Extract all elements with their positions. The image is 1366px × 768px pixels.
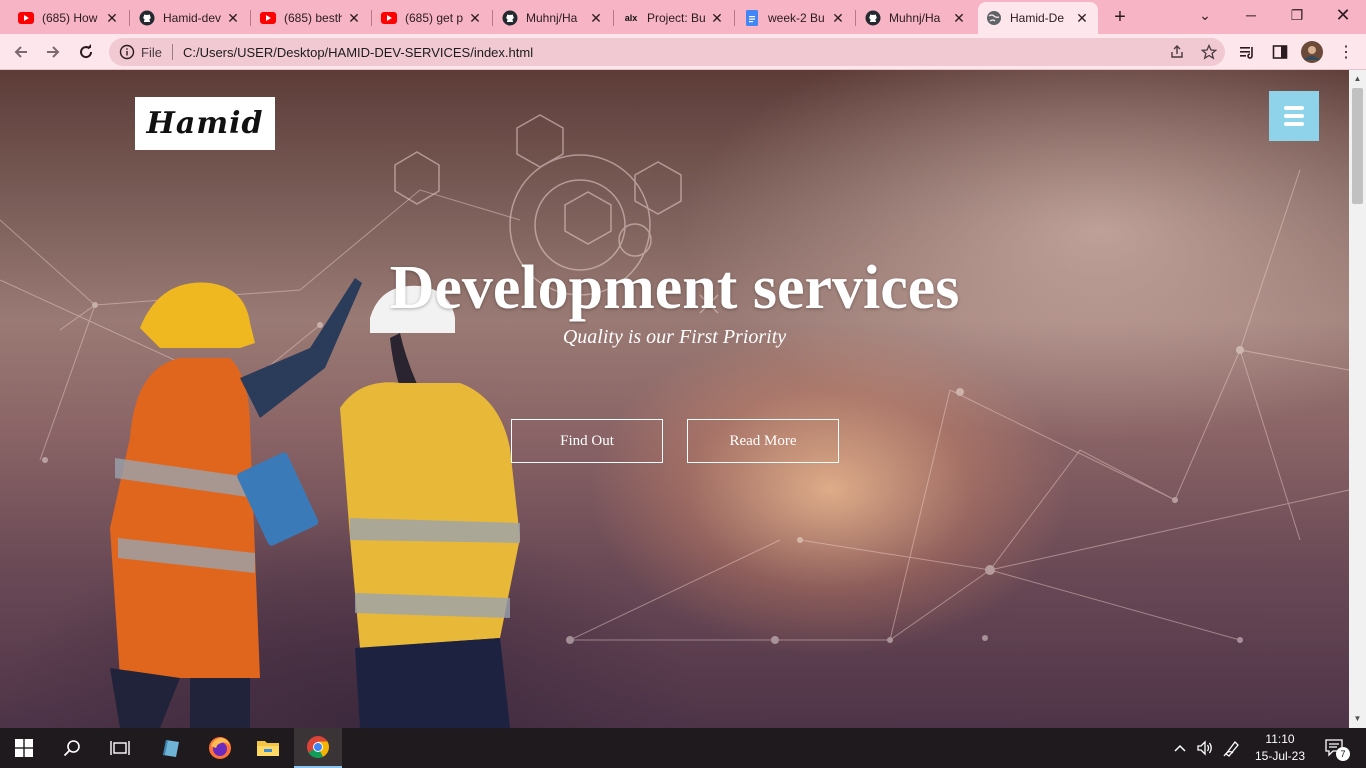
taskbar-app-file-explorer[interactable] [244, 728, 292, 768]
hamburger-icon [1284, 106, 1304, 110]
notes-app-icon [163, 740, 179, 757]
hero-subtitle: Quality is our First Priority [562, 326, 787, 348]
close-icon[interactable]: ✕ [951, 10, 967, 27]
reload-icon [80, 44, 93, 59]
clock-date: 15-Jul-23 [1254, 749, 1306, 763]
close-icon[interactable]: ✕ [709, 10, 725, 27]
system-clock[interactable]: 11:10 15-Jul-23 [1250, 731, 1310, 765]
close-icon[interactable]: ✕ [225, 10, 241, 27]
close-window-button[interactable]: ✕ [1320, 0, 1366, 30]
tab-title: week-2 Bu [768, 11, 825, 25]
close-icon[interactable]: ✕ [467, 10, 483, 27]
tab-github-3[interactable]: Muhnj/Ha ✕ [857, 4, 975, 32]
tab-active-hamid[interactable]: Hamid-De ✕ [978, 2, 1098, 34]
globe-icon [986, 10, 1002, 26]
docs-icon [744, 10, 760, 26]
scrollbar-thumb[interactable] [1352, 88, 1363, 204]
search-icon [63, 740, 80, 757]
logo[interactable]: Hamid [135, 97, 275, 150]
bookmark-star-icon[interactable] [1199, 42, 1219, 62]
tab-strip: (685) How ✕ Hamid-dev ✕ (685) besth ✕ (6… [0, 0, 1366, 34]
tab-search-button[interactable]: ⌄ [1182, 0, 1228, 30]
tab-title: Project: Bu [647, 11, 705, 25]
reload-button[interactable] [73, 39, 99, 65]
tab-github-2[interactable]: Muhnj/Ha ✕ [494, 4, 612, 32]
taskbar-app-notes[interactable] [146, 728, 194, 768]
notification-center-button[interactable]: 7 [1320, 728, 1350, 768]
tab-youtube-2[interactable]: (685) besth ✕ [252, 4, 370, 32]
read-more-button[interactable]: Read More [687, 419, 839, 463]
tab-alx[interactable]: alx Project: Bu ✕ [615, 4, 733, 32]
clock-time: 11:10 [1265, 732, 1295, 746]
back-button[interactable] [8, 39, 34, 65]
tab-title: Hamid-De [1010, 11, 1065, 25]
taskbar-app-firefox[interactable] [196, 728, 244, 768]
forward-button[interactable] [40, 39, 66, 65]
logo-text: Hamid [146, 106, 264, 141]
task-view-icon [110, 741, 130, 755]
close-icon[interactable]: ✕ [830, 10, 846, 27]
url-text[interactable]: C:/Users/USER/Desktop/HAMID-DEV-SERVICES… [183, 45, 533, 60]
tab-title: Muhnj/Ha [889, 11, 941, 25]
hero-title: Development services [389, 254, 960, 322]
profile-avatar[interactable] [1300, 40, 1324, 64]
browser-toolbar: File C:/Users/USER/Desktop/HAMID-DEV-SER… [0, 34, 1366, 70]
github-icon [865, 10, 881, 26]
arrow-left-icon [14, 46, 27, 58]
folder-icon [257, 741, 279, 756]
find-out-button[interactable]: Find Out [511, 419, 663, 463]
page-hero: Hamid Development services Quality is ou… [0, 70, 1349, 728]
github-icon [502, 10, 518, 26]
side-panel-icon[interactable] [1268, 40, 1292, 64]
new-tab-button[interactable]: + [1108, 5, 1132, 29]
scroll-up-icon[interactable]: ▲ [1349, 72, 1366, 86]
minimize-button[interactable]: ─ [1228, 0, 1274, 30]
close-icon[interactable]: ✕ [1074, 10, 1090, 27]
scheme-label: File [141, 44, 162, 60]
alx-icon: alx [624, 13, 638, 23]
pen-workspace-icon[interactable] [1220, 728, 1244, 768]
scroll-down-icon[interactable]: ▼ [1349, 712, 1366, 726]
close-icon[interactable]: ✕ [104, 10, 120, 27]
tab-title: Hamid-dev [163, 11, 221, 25]
github-icon [139, 10, 155, 26]
taskbar-app-chrome[interactable] [294, 728, 342, 768]
restore-button[interactable]: ❐ [1274, 0, 1320, 30]
chrome-icon [307, 736, 329, 758]
tab-youtube-3[interactable]: (685) get p ✕ [373, 4, 491, 32]
menu-kebab-icon[interactable]: ⋮ [1334, 40, 1358, 64]
windows-taskbar: 11:10 15-Jul-23 7 [0, 728, 1366, 768]
search-button[interactable] [48, 728, 96, 768]
notification-badge: 7 [1336, 747, 1350, 761]
tab-title: Muhnj/Ha [526, 11, 578, 25]
start-button[interactable] [0, 728, 48, 768]
page-scrollbar[interactable]: ▲ ▼ [1349, 70, 1366, 728]
tab-title: (685) besth [284, 11, 342, 25]
chevron-up-icon [1174, 744, 1186, 752]
tab-youtube-1[interactable]: (685) How ✕ [10, 4, 128, 32]
share-icon[interactable] [1167, 42, 1187, 62]
volume-icon[interactable] [1194, 728, 1216, 768]
youtube-icon [260, 10, 276, 26]
tab-github-1[interactable]: Hamid-dev ✕ [131, 4, 249, 32]
info-icon[interactable] [119, 44, 135, 60]
tab-title: (685) get p [405, 11, 463, 25]
hamburger-menu-button[interactable] [1269, 91, 1319, 141]
youtube-icon [381, 10, 397, 26]
media-control-icon[interactable] [1236, 40, 1260, 64]
arrow-right-icon [47, 46, 60, 58]
address-bar[interactable]: File C:/Users/USER/Desktop/HAMID-DEV-SER… [109, 38, 1225, 66]
windows-logo-icon [15, 739, 33, 757]
tab-docs[interactable]: week-2 Bu ✕ [736, 4, 854, 32]
tab-title: (685) How [42, 11, 98, 25]
show-hidden-icons-button[interactable] [1170, 728, 1190, 768]
firefox-icon [209, 737, 231, 759]
close-icon[interactable]: ✕ [588, 10, 604, 27]
youtube-icon [18, 10, 34, 26]
close-icon[interactable]: ✕ [346, 10, 362, 27]
task-view-button[interactable] [96, 728, 144, 768]
